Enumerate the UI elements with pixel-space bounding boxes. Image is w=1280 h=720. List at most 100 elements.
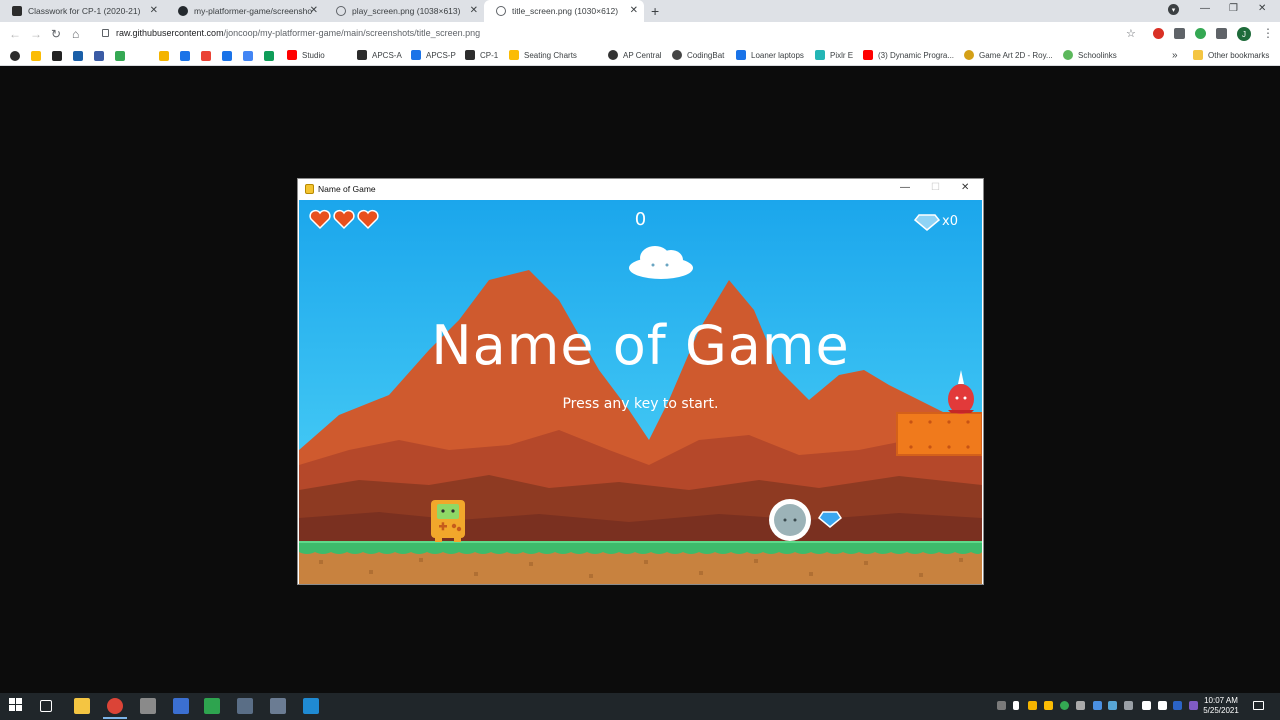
windows-taskbar: 10:07 AM 5/25/2021 [0, 693, 1280, 720]
bookmark-icon[interactable] [115, 51, 125, 61]
task-view-icon[interactable] [40, 700, 52, 712]
drive-bookmark-icon[interactable] [222, 51, 232, 61]
globe-icon [964, 50, 974, 60]
youtube-icon [287, 50, 297, 60]
profile-avatar[interactable]: J [1237, 27, 1251, 41]
close-window-icon[interactable]: ✕ [1258, 3, 1266, 14]
extension-icon[interactable] [1153, 28, 1164, 39]
game-window: Name of Game — ☐ ✕ 0 x0 Name of Game Pre… [297, 178, 984, 585]
bookmark-cp-1[interactable]: CP-1 [465, 50, 498, 60]
floating-platform [896, 412, 982, 456]
tray-icon[interactable] [1108, 701, 1117, 710]
bookmark-apcs-a[interactable]: APCS-A [357, 50, 402, 60]
word-tray-icon[interactable] [1173, 701, 1182, 710]
app-icon[interactable] [140, 698, 156, 714]
screenshot-app-icon[interactable] [270, 698, 286, 714]
tab-classwork[interactable]: Classwork for CP-1 (2020-21) ✕ [0, 0, 164, 22]
chrome-icon[interactable] [107, 698, 123, 714]
bookmark-icon[interactable] [94, 51, 104, 61]
tab-strip: Classwork for CP-1 (2020-21) ✕ my-platfo… [0, 0, 1280, 22]
bookmark-schoolinks[interactable]: Schoolinks [1063, 50, 1117, 60]
other-bookmarks[interactable]: Other bookmarks [1193, 50, 1269, 60]
gmail-bookmark-icon[interactable] [201, 51, 211, 61]
tray-icon[interactable] [1060, 701, 1069, 710]
restore-icon[interactable]: ❐ [1229, 3, 1238, 14]
forward-icon[interactable]: → [30, 26, 42, 42]
tab-title-screen[interactable]: title_screen.png (1030×612) ✕ [484, 0, 644, 22]
close-window-icon[interactable]: ✕ [961, 182, 969, 193]
minimize-icon[interactable]: — [1200, 3, 1210, 14]
bookmark-studio[interactable]: Studio [287, 50, 325, 60]
pixlr-icon [815, 50, 825, 60]
bookmark-game-art[interactable]: Game Art 2D - Roy... [964, 50, 1053, 60]
maximize-icon: ☐ [931, 182, 940, 193]
clock-date: 5/25/2021 [1203, 706, 1239, 715]
tray-icon[interactable] [1076, 701, 1085, 710]
drive-icon [509, 50, 519, 60]
tab-play-screen[interactable]: play_screen.png (1038×613) ✕ [324, 0, 484, 22]
bookmark-icon[interactable] [73, 51, 83, 61]
wifi-icon[interactable] [1142, 701, 1151, 710]
app-icon[interactable] [173, 698, 189, 714]
docs-bookmark-icon[interactable] [243, 51, 253, 61]
folder-icon [1193, 50, 1203, 60]
meet-bookmark-icon[interactable] [264, 51, 274, 61]
system-clock[interactable]: 10:07 AM 5/25/2021 [1196, 696, 1246, 716]
close-tab-icon[interactable]: ✕ [150, 5, 158, 17]
tab-github[interactable]: my-platformer-game/screenshot ✕ [166, 0, 324, 22]
docs-icon [736, 50, 746, 60]
grass-highlight [299, 541, 982, 543]
camera-extension-icon[interactable] [1174, 28, 1185, 39]
start-button[interactable] [9, 698, 25, 714]
volume-icon[interactable] [1158, 701, 1167, 710]
tab-label: title_screen.png (1030×612) [512, 6, 619, 16]
classroom-bookmark-icon[interactable] [159, 51, 169, 61]
bluetooth-icon[interactable] [1093, 701, 1102, 710]
menu-icon[interactable]: ⋮ [1262, 26, 1274, 40]
home-icon[interactable]: ⌂ [72, 26, 79, 42]
github-icon [178, 6, 188, 16]
camera-app-icon[interactable] [237, 698, 253, 714]
bookmark-ap-central[interactable]: AP Central [608, 50, 662, 60]
puzzle-icon[interactable] [1216, 28, 1227, 39]
bookmark-loaner-laptops[interactable]: Loaner laptops [736, 50, 804, 60]
close-tab-icon[interactable]: ✕ [310, 5, 318, 17]
close-tab-icon[interactable]: ✕ [470, 5, 478, 17]
tray-icon[interactable] [997, 701, 1006, 710]
game-window-titlebar[interactable]: Name of Game — ☐ ✕ [298, 179, 983, 199]
globe-icon [496, 6, 506, 16]
checklist-app-icon[interactable] [204, 698, 220, 714]
new-tab-button[interactable]: + [651, 3, 659, 19]
bookmark-dynamic-programming[interactable]: (3) Dynamic Progra... [863, 50, 954, 60]
more-bookmarks-chevron-icon[interactable]: » [1172, 50, 1178, 61]
gem-counter: x0 [942, 214, 958, 229]
vscode-icon[interactable] [303, 698, 319, 714]
calendar-bookmark-icon[interactable] [180, 51, 190, 61]
youtube-icon [863, 50, 873, 60]
back-icon[interactable]: ← [9, 26, 21, 42]
reload-icon[interactable]: ↻ [51, 26, 61, 42]
bookmark-apcs-p[interactable]: APCS-P [411, 50, 456, 60]
tab-search-icon[interactable]: ▾ [1168, 4, 1179, 15]
bookmark-codingbat[interactable]: CodingBat [672, 50, 724, 60]
address-bar[interactable]: raw.githubusercontent.com/joncoop/my-pla… [96, 24, 1146, 44]
close-tab-icon[interactable]: ✕ [630, 5, 638, 17]
classroom-icon [12, 6, 22, 16]
game-canvas[interactable]: 0 x0 Name of Game Press any key to start… [299, 200, 982, 584]
github-bookmark-icon[interactable] [10, 51, 20, 61]
extension-icon[interactable] [1195, 28, 1206, 39]
bookmark-seating-charts[interactable]: Seating Charts [509, 50, 577, 60]
tab-label: Classwork for CP-1 (2020-21) [28, 6, 141, 16]
tray-icon[interactable] [1124, 701, 1133, 710]
score-counter: 0 [634, 209, 647, 230]
notification-center-icon[interactable] [1253, 701, 1264, 710]
minimize-icon[interactable]: — [900, 182, 910, 193]
tray-icon[interactable] [1028, 701, 1037, 710]
star-icon[interactable]: ☆ [1126, 26, 1136, 42]
bookmark-icon[interactable] [52, 51, 62, 61]
file-explorer-icon[interactable] [74, 698, 90, 714]
keep-bookmark-icon[interactable] [31, 51, 41, 61]
bookmark-pixlr-e[interactable]: Pixlr E [815, 50, 853, 60]
tray-icon[interactable] [1044, 701, 1053, 710]
microphone-icon[interactable] [1013, 701, 1019, 710]
